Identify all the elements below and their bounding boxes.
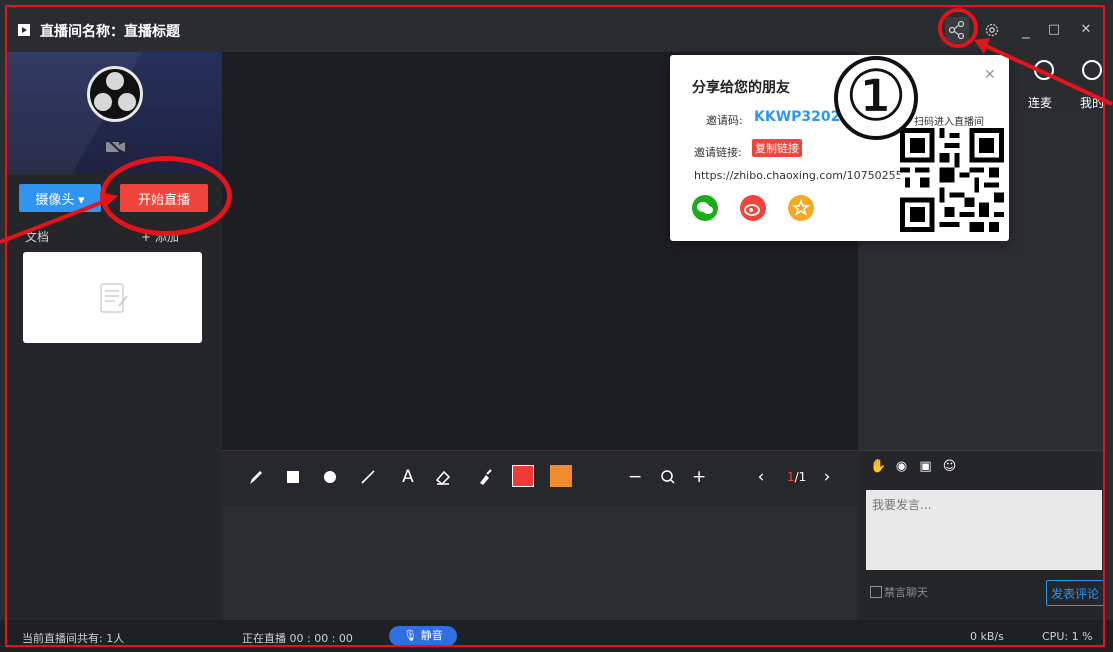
camera-preview — [7, 52, 222, 174]
circle-tool-icon[interactable] — [322, 467, 338, 487]
text-tool-icon[interactable]: A — [400, 467, 416, 487]
live-timer: 正在直播 00 : 00 : 00 — [242, 632, 353, 645]
gear-icon — [985, 23, 999, 37]
bandwidth: 0 kB/s — [970, 630, 1004, 643]
color-swatch-red[interactable] — [512, 465, 534, 487]
document-thumbnail[interactable] — [23, 252, 202, 343]
documents-label: 文档 — [25, 230, 50, 244]
audio-icon[interactable]: ◉ — [894, 459, 909, 474]
page-indicator: 1/1 — [787, 470, 807, 484]
settings-button[interactable] — [980, 18, 1004, 42]
zoom-in-button[interactable]: + — [692, 467, 706, 487]
emoji-icon[interactable]: ☺ — [942, 459, 957, 474]
obs-logo-icon — [87, 66, 143, 122]
close-button[interactable]: ✕ — [1074, 18, 1098, 42]
app-window: 直播间名称：直播标题 _ □ ✕ 摄像头 ▾ 开始直播 文档 + 添加 A − … — [0, 0, 1113, 652]
hand-raise-icon[interactable]: ✋ — [870, 459, 886, 474]
color-swatch-orange[interactable] — [550, 465, 572, 487]
window-title: 直播间名称：直播标题 — [40, 24, 180, 40]
whiteboard-area[interactable] — [222, 506, 858, 620]
line-tool-icon[interactable] — [360, 467, 376, 487]
tab-link-mic[interactable]: 连麦 — [1028, 94, 1052, 111]
mic-small-icon: 🎙 — [403, 629, 418, 642]
status-bar: 当前直播间共有: 1人 正在直播 00 : 00 : 00 0 kB/s CPU… — [0, 620, 1113, 652]
camera-dropdown-button[interactable]: 摄像头 ▾ — [19, 184, 101, 212]
mute-chat-label: 禁言聊天 — [884, 586, 928, 599]
clear-brush-icon[interactable] — [476, 467, 494, 487]
next-page-button[interactable]: › — [822, 467, 832, 487]
prev-page-button[interactable]: ‹ — [756, 467, 766, 487]
invite-code: KKWP3202 — [754, 109, 841, 125]
tab-mine[interactable]: 我的 — [1080, 94, 1104, 111]
maximize-button[interactable]: □ — [1042, 18, 1066, 42]
document-icon — [100, 283, 128, 313]
pencil-tool-icon[interactable] — [248, 467, 264, 487]
chat-tools: ✋ ◉ ▣ ☺ — [858, 450, 1106, 483]
camera-off-icon — [106, 138, 125, 156]
share-popup-close-button[interactable]: ✕ — [984, 67, 996, 83]
invite-code-label: 邀请码: — [706, 114, 743, 127]
qr-code — [900, 128, 1004, 232]
favorite-share-icon[interactable] — [788, 195, 814, 221]
drawing-toolbar: A − + ‹ 1/1 › — [222, 450, 858, 507]
zoom-out-button[interactable]: − — [628, 467, 642, 487]
share-popup-title: 分享给您的朋友 — [692, 80, 790, 96]
user-icon[interactable] — [1082, 60, 1102, 80]
question-icon[interactable]: ▣ — [918, 459, 933, 474]
viewer-count: 当前直播间共有: 1人 — [22, 632, 125, 645]
left-panel: 摄像头 ▾ 开始直播 文档 + 添加 — [7, 52, 222, 620]
invite-link-label: 邀请链接: — [694, 146, 742, 159]
rectangle-tool-icon[interactable] — [286, 467, 300, 487]
minimize-button[interactable]: _ — [1014, 18, 1038, 42]
mute-chat-checkbox[interactable] — [870, 586, 882, 598]
chat-input[interactable] — [866, 490, 1102, 570]
add-document-button[interactable]: + 添加 — [141, 228, 179, 245]
title-bar: 直播间名称：直播标题 _ □ ✕ — [0, 0, 1113, 50]
app-logo-icon — [18, 24, 30, 36]
zoom-search-icon[interactable] — [660, 467, 676, 487]
mic-icon[interactable] — [1034, 60, 1054, 80]
start-live-button[interactable]: 开始直播 — [120, 184, 208, 212]
share-icon — [948, 20, 965, 40]
share-button[interactable] — [945, 17, 969, 43]
invite-url: https://zhibo.chaoxing.com/10750255 — [694, 169, 903, 182]
cpu-usage: CPU: 1 % — [1042, 630, 1093, 643]
mute-toggle-button[interactable]: 🎙 静音 — [389, 626, 457, 646]
step-number-annotation: ① — [834, 56, 918, 140]
weibo-share-icon[interactable] — [740, 195, 766, 221]
send-comment-button[interactable]: 发表评论 — [1046, 580, 1104, 606]
qr-label: 扫码进入直播间 — [914, 117, 984, 128]
copy-link-button[interactable]: 复制链接 — [752, 139, 802, 157]
eraser-tool-icon[interactable] — [434, 467, 452, 487]
wechat-share-icon[interactable] — [692, 195, 718, 221]
